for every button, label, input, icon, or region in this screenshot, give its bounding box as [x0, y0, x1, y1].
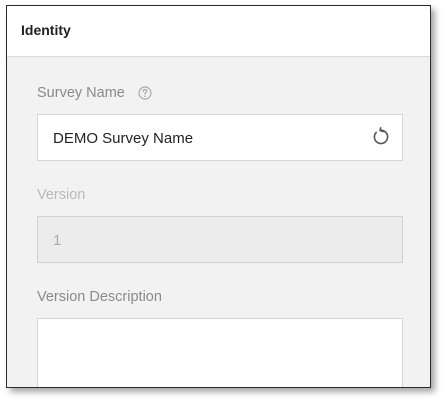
help-circle-icon[interactable] — [138, 86, 152, 100]
reset-icon[interactable] — [370, 127, 390, 147]
survey-name-input[interactable]: DEMO Survey Name — [37, 114, 403, 161]
survey-name-label: Survey Name — [37, 85, 125, 101]
identity-panel: Identity Survey Name DEMO Survey Name Ve… — [6, 5, 431, 388]
version-label: Version — [37, 187, 86, 203]
version-description-textarea[interactable] — [37, 318, 403, 387]
version-value: 1 — [53, 232, 62, 249]
version-description-label: Version Description — [37, 289, 162, 305]
version-input: 1 — [37, 216, 403, 263]
panel-header: Identity — [7, 6, 430, 57]
panel-title: Identity — [21, 22, 71, 38]
survey-name-value: DEMO Survey Name — [53, 130, 194, 147]
